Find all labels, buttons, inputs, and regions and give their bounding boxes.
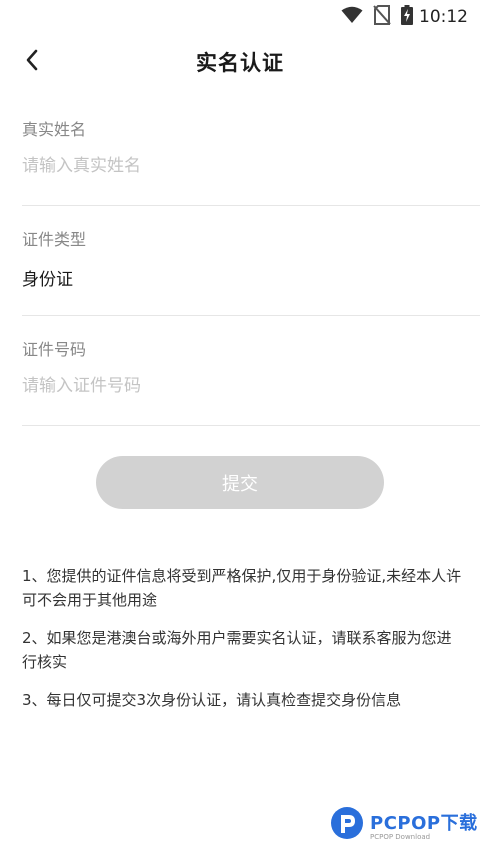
watermark-text: PCPOP下载 PCPOP Download bbox=[370, 809, 478, 841]
note-item: 3、每日仅可提交3次身份认证，请认真检查提交身份信息 bbox=[22, 691, 402, 709]
submit-button[interactable]: 提交 bbox=[96, 456, 384, 509]
identity-form: 真实姓名 证件类型 身份证 证件号码 bbox=[22, 96, 480, 426]
chevron-left-icon bbox=[24, 48, 40, 76]
name-label: 真实姓名 bbox=[22, 120, 87, 139]
id-type-value[interactable]: 身份证 bbox=[22, 265, 73, 290]
id-type-field[interactable]: 证件类型 身份证 bbox=[22, 206, 480, 316]
id-number-label: 证件号码 bbox=[22, 340, 87, 359]
status-icons bbox=[341, 5, 413, 29]
status-bar: 10:12 bbox=[0, 0, 480, 34]
app-header: 实名认证 bbox=[0, 34, 480, 90]
id-type-label: 证件类型 bbox=[22, 230, 87, 249]
no-sim-icon bbox=[373, 5, 391, 29]
watermark-sub: PCPOP Download bbox=[370, 833, 431, 841]
note-item: 2、如果您是港澳台或海外用户需要实名认证，请联系客服为您进行核实 bbox=[22, 629, 452, 671]
status-time: 10:12 bbox=[419, 7, 468, 27]
notes-section: 1、您提供的证件信息将受到严格保护,仅用于身份验证,未经本人许可不会用于其他用途… bbox=[22, 564, 462, 726]
pcpop-logo-icon bbox=[330, 806, 364, 844]
back-button[interactable] bbox=[14, 44, 50, 80]
wifi-icon bbox=[341, 6, 363, 28]
page-title: 实名认证 bbox=[196, 51, 284, 75]
id-number-input[interactable] bbox=[22, 372, 442, 400]
name-field: 真实姓名 bbox=[22, 96, 480, 206]
note-item: 1、您提供的证件信息将受到严格保护,仅用于身份验证,未经本人许可不会用于其他用途 bbox=[22, 567, 462, 609]
watermark-main: PCPOP下载 bbox=[370, 813, 478, 834]
name-input[interactable] bbox=[22, 152, 442, 180]
watermark: PCPOP下载 PCPOP Download bbox=[330, 806, 478, 844]
battery-charging-icon bbox=[401, 5, 413, 29]
id-number-field: 证件号码 bbox=[22, 316, 480, 426]
